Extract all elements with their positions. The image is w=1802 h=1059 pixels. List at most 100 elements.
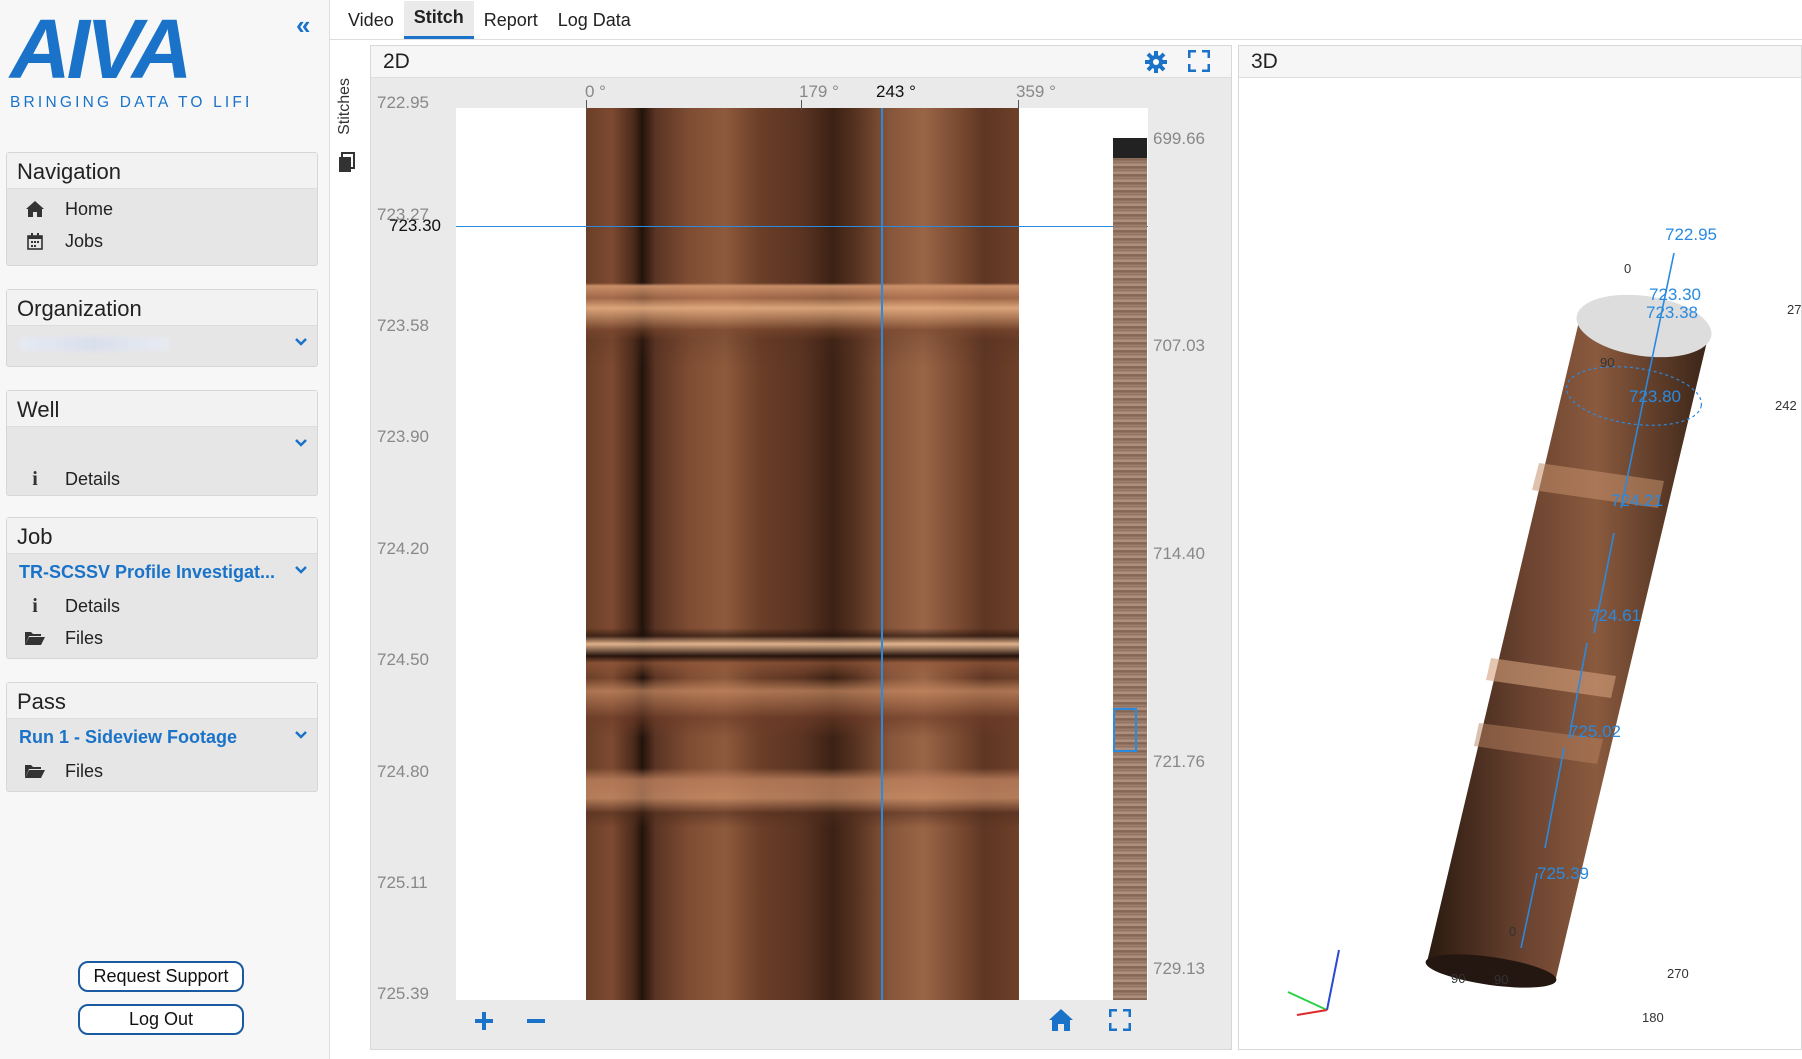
stitches-icon <box>339 152 355 172</box>
tab-stitch[interactable]: Stitch <box>403 1 474 39</box>
depth-label-3d: 723.80 <box>1629 387 1681 406</box>
fit-view-icon[interactable] <box>1109 1009 1131 1031</box>
pass-panel: Pass Run 1 - Sideview Footage Files <box>6 682 318 792</box>
pass-title: Pass <box>7 683 317 719</box>
job-select[interactable]: TR-SCSSV Profile Investigat... <box>7 554 317 590</box>
well-panel: Well i Details <box>6 390 318 496</box>
info-icon: i <box>32 467 38 490</box>
pass-files-link[interactable]: Files <box>7 755 317 787</box>
depth-cursor-line <box>456 226 1148 227</box>
organization-title: Organization <box>7 290 317 326</box>
stitches-toggle[interactable]: Stitches <box>334 78 360 178</box>
chevron-down-icon <box>295 439 307 447</box>
depth-label: 725.11 <box>377 873 428 892</box>
pass-select[interactable]: Run 1 - Sideview Footage <box>7 719 317 755</box>
zoom-out-icon[interactable] <box>525 1010 547 1032</box>
depth-label-3d: 725.39 <box>1537 864 1589 883</box>
depth-label-3d: 722.95 <box>1665 225 1717 244</box>
sidebar-item-jobs[interactable]: Jobs <box>7 225 317 257</box>
tab-log-data[interactable]: Log Data <box>548 4 641 39</box>
depth-label: 723.58 <box>377 316 429 335</box>
job-details-link[interactable]: i Details <box>7 590 317 622</box>
depth-label-3d: 723.38 <box>1646 303 1698 322</box>
job-details-label: Details <box>65 595 121 616</box>
stitch-image[interactable] <box>586 108 1019 1000</box>
view-3d-panel: 3D 722.95 723.30 723.38 723.80 724.21 72… <box>1238 45 1802 1050</box>
depth-label: 724.20 <box>377 539 429 558</box>
job-files-link[interactable]: Files <box>7 622 317 654</box>
overview-depth-label: 721.76 <box>1153 752 1205 771</box>
well-details-link[interactable]: i Details <box>7 463 317 495</box>
job-value: TR-SCSSV Profile Investigat... <box>19 561 276 582</box>
angle-tick-label: 0 ° <box>585 82 606 101</box>
view-3d-title: 3D <box>1251 50 1278 73</box>
zoom-in-icon[interactable] <box>473 1010 495 1032</box>
tab-report[interactable]: Report <box>474 4 548 39</box>
overview-strip-cap <box>1113 138 1147 158</box>
angle-tick-mark <box>801 100 802 110</box>
angle-label-3d: 270 <box>1667 966 1689 981</box>
pass-files-label: Files <box>65 760 104 781</box>
chevron-down-icon <box>295 566 307 574</box>
view-2d-title: 2D <box>383 50 410 73</box>
app-root: AIVA BRINGING DATA TO LIFE « Navigation … <box>0 0 1802 1059</box>
angle-tick-label: 359 ° <box>1016 82 1056 101</box>
job-panel: Job TR-SCSSV Profile Investigat... i Det… <box>6 517 318 659</box>
angle-tick-mark <box>1018 100 1019 110</box>
angle-tick-label: 179 ° <box>799 82 839 101</box>
overview-depth-label: 714.40 <box>1153 544 1205 563</box>
home-icon[interactable] <box>1048 1008 1074 1032</box>
folder-open-icon <box>21 763 49 779</box>
chevron-down-icon <box>295 338 307 346</box>
calendar-icon <box>21 232 49 250</box>
angle-label-3d: 90 <box>1494 972 1508 987</box>
job-files-label: Files <box>65 627 104 648</box>
overview-viewport-box[interactable] <box>1113 708 1137 752</box>
overview-depth-label: 707.03 <box>1153 336 1205 355</box>
well-title: Well <box>7 391 317 427</box>
depth-label: 723.90 <box>377 427 429 446</box>
logout-button[interactable]: Log Out <box>78 1004 244 1035</box>
depth-label-3d: 724.61 <box>1589 606 1641 625</box>
depth-label: 724.50 <box>377 650 429 669</box>
well-select[interactable] <box>7 427 317 463</box>
depth-label-3d: 723.30 <box>1649 285 1701 304</box>
stitches-label: Stitches <box>336 78 353 135</box>
angle-tick-mark <box>586 100 587 110</box>
view-2d-panel: 2D 0 ° 179 ° 243 ° 359 ° 722.95 723.27 7… <box>370 45 1232 1050</box>
angle-label-3d: 0 <box>1624 261 1631 276</box>
angle-cursor-line <box>881 108 883 1000</box>
sidebar-item-label: Home <box>65 198 114 219</box>
well-details-label: Details <box>65 468 121 489</box>
angle-label-3d: 180 <box>1642 1010 1664 1025</box>
depth-label-3d: 724.21 <box>1611 491 1663 510</box>
gear-icon[interactable] <box>1144 50 1168 74</box>
current-depth-label: 723.30 <box>389 216 441 235</box>
pass-value: Run 1 - Sideview Footage <box>19 726 238 747</box>
pipe-3d-view[interactable]: 722.95 723.30 723.38 723.80 724.21 724.6… <box>1239 78 1801 1050</box>
overview-strip[interactable] <box>1113 138 1147 1000</box>
depth-label: 725.39 <box>377 984 429 1003</box>
collapse-sidebar-icon[interactable]: « <box>296 10 311 41</box>
axis-gizmo <box>1287 949 1340 1016</box>
view-2d-header: 2D <box>371 46 1231 78</box>
organization-value <box>19 337 169 351</box>
organization-panel: Organization <box>6 289 318 367</box>
sidebar-item-home[interactable]: Home <box>7 193 317 225</box>
folder-open-icon <box>21 630 49 646</box>
angle-label-3d: 27 <box>1787 302 1801 317</box>
sidebar: AIVA BRINGING DATA TO LIFE « Navigation … <box>0 0 330 1059</box>
depth-label-3d: 725.02 <box>1569 722 1621 741</box>
angle-label-3d: 90 <box>1451 971 1465 986</box>
organization-select[interactable] <box>7 326 317 362</box>
logo-text: AIVA <box>8 8 188 96</box>
info-icon: i <box>32 594 38 617</box>
main-tabs: Video Stitch Report Log Data <box>330 0 1802 40</box>
fullscreen-icon[interactable] <box>1188 50 1210 72</box>
tab-video[interactable]: Video <box>338 4 404 39</box>
angle-cursor-label: 243 ° <box>876 82 916 101</box>
sidebar-item-label: Jobs <box>65 230 104 251</box>
depth-label: 724.80 <box>377 762 429 781</box>
request-support-button[interactable]: Request Support <box>78 961 244 992</box>
angle-label-3d: 0 <box>1509 924 1516 939</box>
